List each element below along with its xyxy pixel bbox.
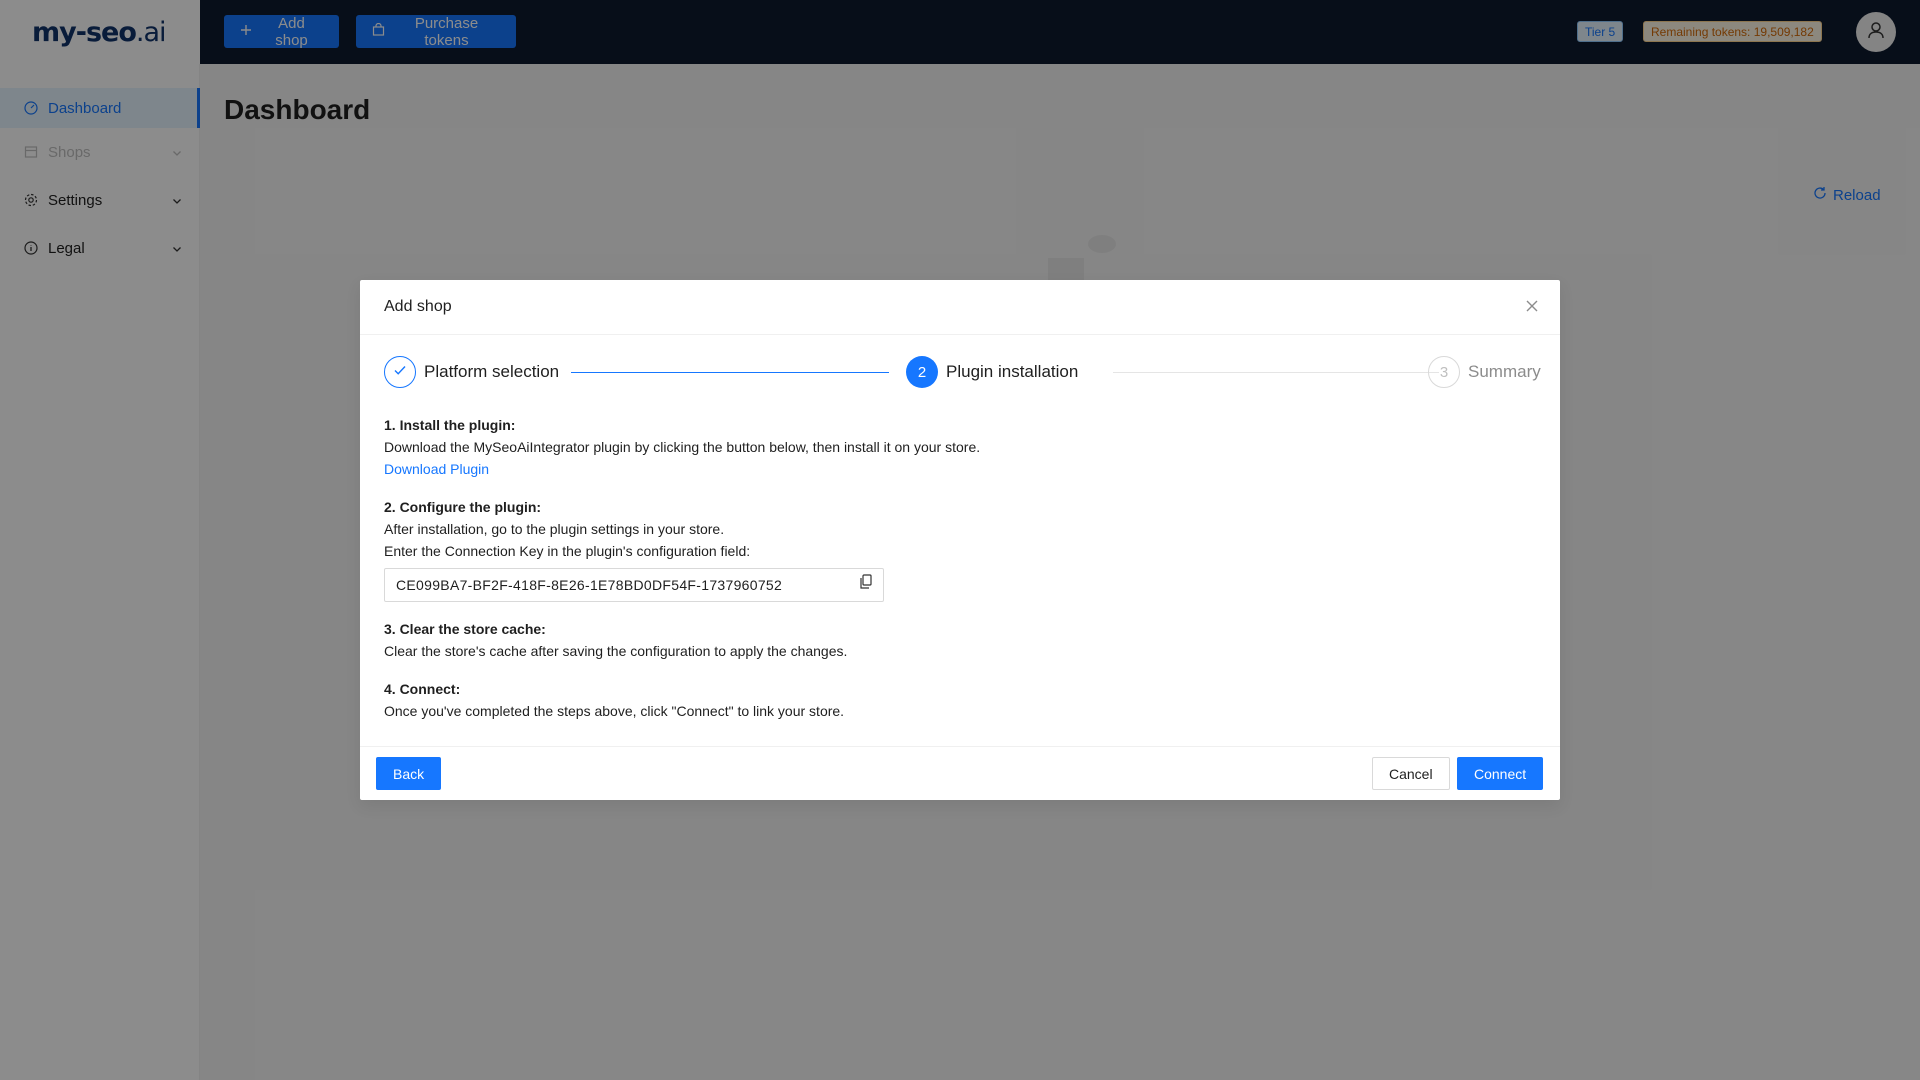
connect-button[interactable]: Connect	[1457, 757, 1544, 790]
section-text: Download the MySeoAiIntegrator plugin by…	[384, 439, 981, 455]
back-button[interactable]: Back	[376, 757, 442, 790]
section-connect: 4. Connect: Once you've completed the st…	[384, 678, 1534, 722]
step-connector	[1113, 372, 1439, 373]
step-summary: Summary	[1468, 362, 1541, 381]
section-title: 1. Install the plugin:	[384, 417, 516, 433]
cancel-button[interactable]: Cancel	[1372, 757, 1450, 790]
step-finished-indicator	[384, 356, 416, 388]
copy-icon[interactable]	[859, 574, 873, 596]
section-text: Enter the Connection Key in the plugin's…	[384, 543, 751, 559]
modal-header: Add shop	[360, 280, 1560, 335]
section-title: 4. Connect:	[384, 681, 461, 697]
step-current-indicator: 2	[906, 356, 938, 388]
add-shop-modal: Add shop Platform selection 2 Plugin ins…	[360, 280, 1560, 800]
section-title: 3. Clear the store cache:	[384, 621, 546, 637]
step-connector	[571, 372, 889, 373]
close-button[interactable]	[1522, 298, 1542, 318]
section-install: 1. Install the plugin: Download the MySe…	[384, 414, 1534, 480]
steps: Platform selection 2 Plugin installation…	[384, 356, 1541, 390]
section-cache: 3. Clear the store cache: Clear the stor…	[384, 618, 1534, 662]
modal-footer: Back Cancel Connect	[360, 746, 1560, 800]
step-plugin-installation: Plugin installation	[946, 362, 1079, 381]
section-text: Clear the store's cache after saving the…	[384, 643, 848, 659]
step-waiting-indicator: 3	[1428, 356, 1460, 388]
connection-key-field[interactable]: CE099BA7-BF2F-418F-8E26-1E78BD0DF54F-173…	[384, 568, 884, 602]
download-plugin-link[interactable]: Download Plugin	[384, 461, 489, 477]
step-platform-selection: Platform selection	[424, 362, 560, 381]
section-text: After installation, go to the plugin set…	[384, 521, 725, 537]
section-title: 2. Configure the plugin:	[384, 499, 542, 515]
modal-body: 1. Install the plugin: Download the MySe…	[384, 414, 1534, 738]
section-configure: 2. Configure the plugin: After installat…	[384, 496, 1534, 602]
check-icon	[393, 363, 407, 381]
section-text: Once you've completed the steps above, c…	[384, 703, 845, 719]
connection-key-value: CE099BA7-BF2F-418F-8E26-1E78BD0DF54F-173…	[396, 577, 783, 593]
close-icon	[1525, 299, 1539, 318]
modal-title: Add shop	[384, 298, 452, 315]
